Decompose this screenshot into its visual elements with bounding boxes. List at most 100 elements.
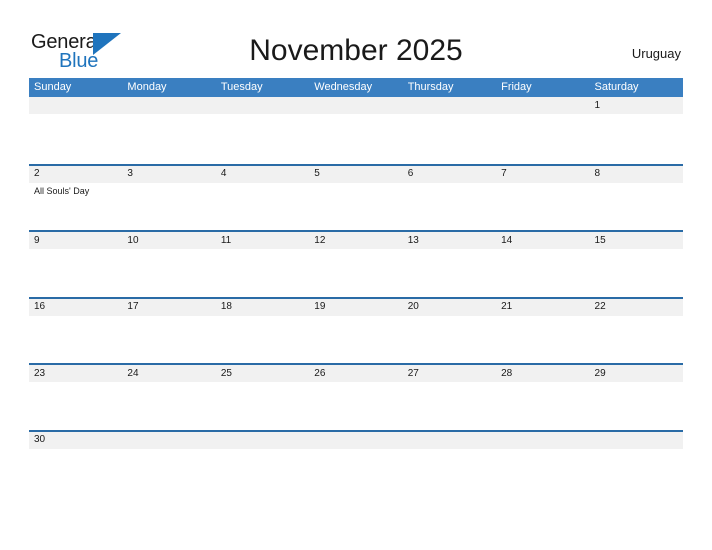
day-number[interactable]: 13 <box>403 232 496 249</box>
day-number[interactable]: 27 <box>403 365 496 382</box>
day-cell[interactable] <box>309 382 402 430</box>
day-number[interactable]: 9 <box>29 232 122 249</box>
day-cell[interactable] <box>216 382 309 430</box>
day-number[interactable]: 16 <box>29 299 122 316</box>
day-number[interactable]: 15 <box>590 232 683 249</box>
day-number[interactable]: 23 <box>29 365 122 382</box>
day-cell[interactable] <box>496 382 589 430</box>
day-number-empty <box>590 432 683 449</box>
day-cell <box>216 114 309 162</box>
day-cell[interactable] <box>29 316 122 364</box>
day-number-empty <box>216 97 309 114</box>
day-number[interactable]: 1 <box>590 97 683 114</box>
week-content-band <box>29 315 683 364</box>
calendar-grid: Sunday Monday Tuesday Wednesday Thursday… <box>29 78 683 450</box>
week-content-band <box>29 114 683 162</box>
day-cell <box>309 114 402 162</box>
day-number[interactable]: 5 <box>309 166 402 183</box>
week-content-band: All Souls' Day <box>29 182 683 231</box>
week-date-number-band: 16 17 18 19 20 21 22 <box>29 298 683 316</box>
day-cell[interactable] <box>403 249 496 297</box>
day-cell <box>496 114 589 162</box>
day-number[interactable]: 6 <box>403 166 496 183</box>
day-number[interactable]: 28 <box>496 365 589 382</box>
day-cell[interactable] <box>309 316 402 364</box>
day-cell[interactable] <box>29 382 122 430</box>
weekday-header-saturday: Saturday <box>594 81 639 93</box>
day-number-empty <box>122 432 215 449</box>
day-cell[interactable]: All Souls' Day <box>29 183 122 231</box>
weekday-header-monday: Monday <box>127 81 167 93</box>
day-number[interactable]: 7 <box>496 166 589 183</box>
day-cell[interactable] <box>590 114 683 162</box>
day-cell <box>29 114 122 162</box>
week-date-number-band: 23 24 25 26 27 28 29 <box>29 365 683 382</box>
day-number-empty <box>496 97 589 114</box>
week-content-band <box>29 382 683 430</box>
day-number[interactable]: 29 <box>590 365 683 382</box>
day-cell[interactable] <box>216 316 309 364</box>
week-date-number-band: 2345678 <box>29 165 683 183</box>
day-number[interactable]: 11 <box>216 232 309 249</box>
day-cell[interactable] <box>496 316 589 364</box>
day-cell[interactable] <box>216 249 309 297</box>
day-cell[interactable] <box>496 183 589 231</box>
day-number[interactable]: 10 <box>122 232 215 249</box>
day-number[interactable]: 22 <box>590 299 683 316</box>
page-header: General Blue November 2025 Uruguay <box>0 0 712 78</box>
day-cell[interactable] <box>496 249 589 297</box>
day-cell[interactable] <box>590 316 683 364</box>
day-cell[interactable] <box>122 183 215 231</box>
calendar-week-row: 16 17 18 19 20 21 22 <box>29 296 683 364</box>
day-number-empty <box>309 97 402 114</box>
week-content-band <box>29 249 683 297</box>
weekday-header-friday: Friday <box>501 81 532 93</box>
calendar-week-row: 9 10 11 12 13 14 15 <box>29 230 683 297</box>
day-number[interactable]: 24 <box>122 365 215 382</box>
day-cell <box>122 114 215 162</box>
day-cell[interactable] <box>403 316 496 364</box>
day-number[interactable]: 8 <box>590 166 683 183</box>
day-cell[interactable] <box>309 183 402 231</box>
day-number[interactable]: 17 <box>122 299 215 316</box>
day-cell[interactable] <box>403 183 496 231</box>
day-number[interactable]: 19 <box>309 299 402 316</box>
calendar-week-row: 30 <box>29 429 683 450</box>
weekday-header-row: Sunday Monday Tuesday Wednesday Thursday… <box>29 78 683 97</box>
day-number[interactable]: 12 <box>309 232 402 249</box>
weekday-header-thursday: Thursday <box>407 81 454 93</box>
weekday-header-sunday: Sunday <box>34 81 72 93</box>
day-number[interactable]: 14 <box>496 232 589 249</box>
day-cell[interactable] <box>309 249 402 297</box>
week-date-number-band: 30 <box>29 431 683 449</box>
day-cell[interactable] <box>403 382 496 430</box>
day-cell[interactable] <box>590 249 683 297</box>
day-cell[interactable] <box>122 382 215 430</box>
day-number[interactable]: 26 <box>309 365 402 382</box>
weekday-header-tuesday: Tuesday <box>220 81 263 93</box>
day-cell[interactable] <box>122 249 215 297</box>
day-cell[interactable] <box>590 382 683 430</box>
week-date-number-band: 1 <box>29 97 683 114</box>
day-cell[interactable] <box>590 183 683 231</box>
day-cell[interactable] <box>122 316 215 364</box>
day-number[interactable]: 18 <box>216 299 309 316</box>
day-number-empty <box>496 432 589 449</box>
region-label: Uruguay <box>631 46 681 61</box>
day-cell[interactable] <box>29 249 122 297</box>
calendar-week-row: 1 <box>29 97 683 164</box>
day-cell[interactable] <box>216 183 309 231</box>
day-number[interactable]: 20 <box>403 299 496 316</box>
day-number[interactable]: 21 <box>496 299 589 316</box>
day-number[interactable]: 30 <box>29 432 122 449</box>
day-number[interactable]: 25 <box>216 365 309 382</box>
calendar-week-row: 23 24 25 26 27 28 29 <box>29 363 683 430</box>
page-title: November 2025 <box>249 34 463 67</box>
week-date-number-band: 9 10 11 12 13 14 15 <box>29 232 683 249</box>
day-number[interactable]: 2 <box>29 166 122 183</box>
day-number-empty <box>403 432 496 449</box>
day-number[interactable]: 4 <box>216 166 309 183</box>
day-number-empty <box>216 432 309 449</box>
holiday-event-label: All Souls' Day <box>34 185 90 196</box>
day-number[interactable]: 3 <box>122 166 215 183</box>
